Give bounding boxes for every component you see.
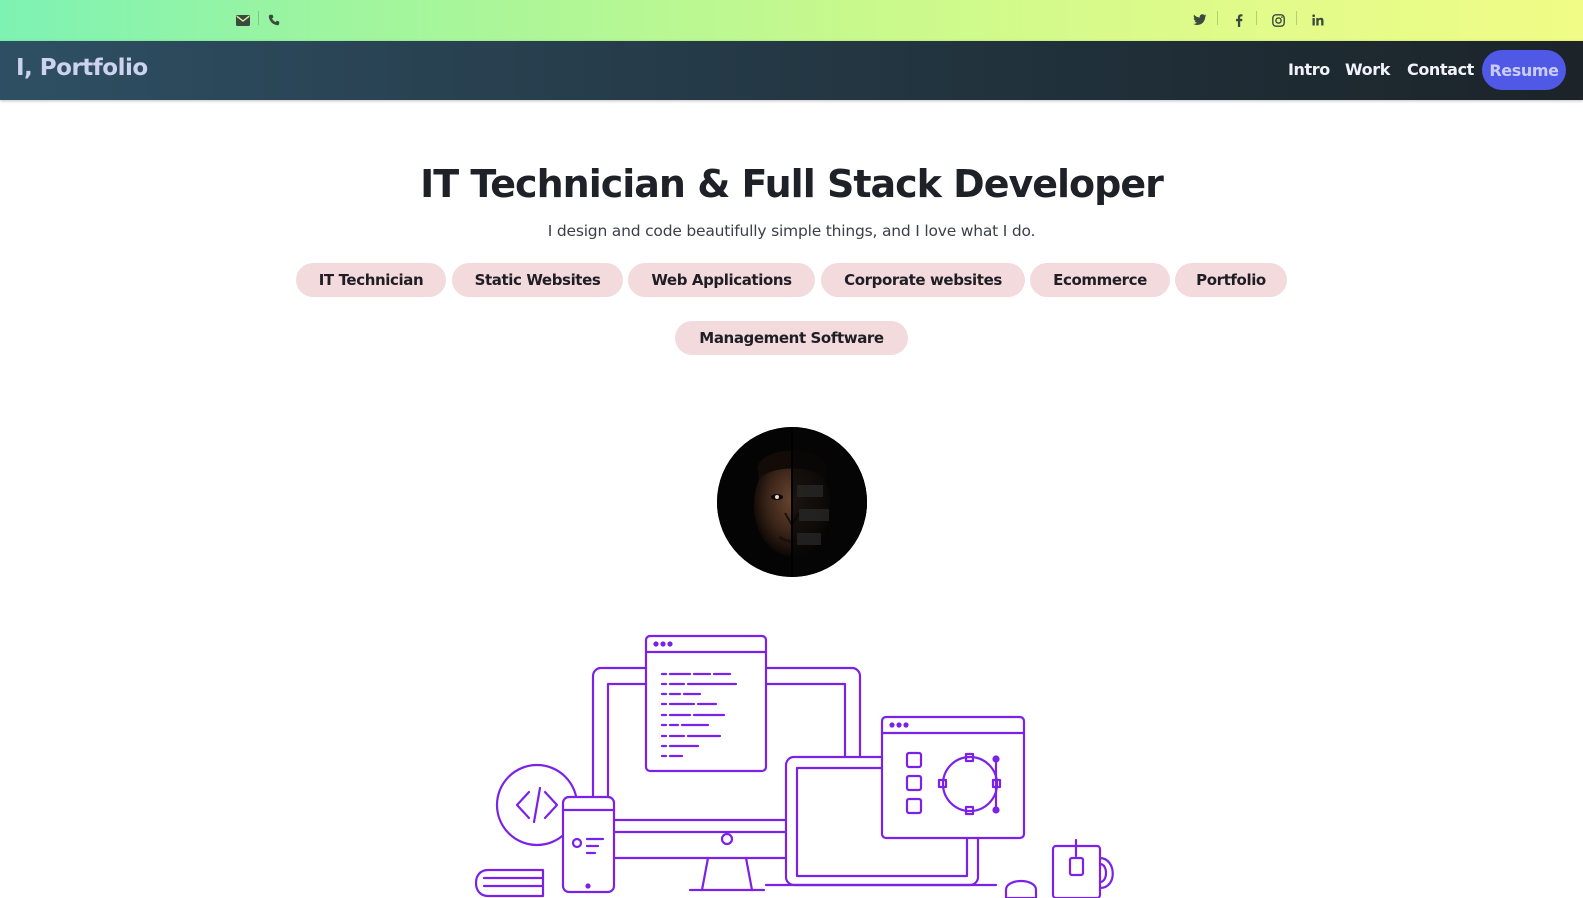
hero-subtitle: I design and code beautifully simple thi… — [547, 222, 1036, 240]
developer-workspace-illustration — [440, 620, 1140, 898]
envelope-icon[interactable] — [233, 10, 253, 30]
topbar-divider — [1256, 11, 1257, 25]
tag-management-software[interactable]: Management Software — [675, 321, 908, 355]
main-navbar: I, Portfolio Intro Work Contact Resume — [0, 41, 1583, 100]
twitter-icon[interactable] — [1190, 10, 1210, 30]
brand-logo[interactable]: I, Portfolio — [16, 55, 148, 81]
topbar-divider — [1296, 11, 1297, 25]
tag-ecommerce[interactable]: Ecommerce — [1030, 263, 1170, 297]
tag-portfolio[interactable]: Portfolio — [1175, 263, 1287, 297]
nav-link-work[interactable]: Work — [1345, 60, 1390, 79]
resume-button[interactable]: Resume — [1482, 50, 1566, 90]
tag-it-technician[interactable]: IT Technician — [296, 263, 446, 297]
nav-link-intro[interactable]: Intro — [1288, 60, 1330, 79]
topbar-divider — [258, 11, 259, 25]
topbar-divider — [1217, 11, 1218, 25]
avatar — [717, 427, 867, 577]
linkedin-icon[interactable] — [1308, 10, 1328, 30]
tag-corporate-websites[interactable]: Corporate websites — [821, 263, 1025, 297]
nav-link-contact[interactable]: Contact — [1407, 60, 1474, 79]
top-contact-bar — [0, 0, 1583, 41]
page-title: IT Technician & Full Stack Developer — [420, 162, 1164, 206]
tag-static-websites[interactable]: Static Websites — [452, 263, 623, 297]
phone-icon[interactable] — [264, 10, 284, 30]
facebook-icon[interactable] — [1229, 10, 1249, 30]
tag-web-applications[interactable]: Web Applications — [628, 263, 815, 297]
instagram-icon[interactable] — [1268, 10, 1288, 30]
